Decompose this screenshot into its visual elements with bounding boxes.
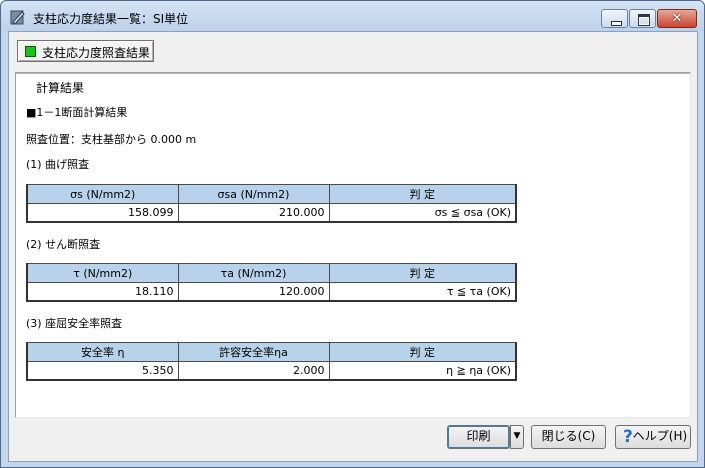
- check-result-button[interactable]: 支柱応力度照査結果: [17, 40, 154, 62]
- table-header: 許容安全率ηa: [177, 342, 330, 362]
- table-header: 判 定: [328, 184, 517, 204]
- table-cell: 210.000: [177, 203, 330, 223]
- buckling-heading: (3) 座屈安全率照査: [26, 317, 123, 330]
- close-window-button[interactable]: ✕: [657, 9, 697, 28]
- result-panel[interactable]: 計算結果 ■1－1断面計算結果 照査位置：支柱基部から 0.000 m (1) …: [15, 72, 691, 418]
- shear-heading: (2) せん断照査: [26, 238, 101, 251]
- table-row: 5.350 2.000 η ≧ ηa (OK): [26, 361, 517, 381]
- help-button[interactable]: ? ヘルプ(H): [615, 425, 691, 449]
- table-cell: 5.350: [26, 361, 179, 381]
- print-button[interactable]: 印刷: [447, 425, 510, 449]
- group-divider: [16, 73, 690, 74]
- table-header: τa (N/mm2): [177, 263, 330, 283]
- table-header-row: 安全率 η 許容安全率ηa 判 定: [26, 342, 517, 362]
- table-header-row: σs (N/mm2) σsa (N/mm2) 判 定: [26, 184, 517, 204]
- help-label: ヘルプ(H): [632, 429, 688, 443]
- group-title: 計算結果: [36, 81, 85, 95]
- table-row: 158.099 210.000 σs ≦ σsa (OK): [26, 203, 517, 223]
- section-title: ■1－1断面計算結果: [26, 106, 128, 119]
- close-icon: ✕: [671, 11, 683, 26]
- table-cell: 120.000: [177, 282, 330, 302]
- table-header: 判 定: [328, 342, 517, 362]
- table-header: 判 定: [328, 263, 517, 283]
- table-cell: 2.000: [177, 361, 330, 381]
- table-cell: 158.099: [26, 203, 179, 223]
- green-square-icon: [25, 46, 36, 57]
- dialog-window: 支柱応力度結果一覧：SI単位 ✕ 支柱応力度照査結果 計算結果 ■1－1断面計算…: [0, 0, 705, 468]
- shear-table: τ (N/mm2) τa (N/mm2) 判 定 18.110 120.000 …: [26, 263, 517, 302]
- print-dropdown-button[interactable]: ▼: [510, 425, 524, 449]
- dialog-client-area: 支柱応力度照査結果 計算結果 ■1－1断面計算結果 照査位置：支柱基部から 0.…: [8, 31, 698, 462]
- bending-heading: (1) 曲げ照査: [26, 158, 90, 171]
- table-cell: τ ≦ τa (OK): [328, 282, 517, 302]
- table-header-row: τ (N/mm2) τa (N/mm2) 判 定: [26, 263, 517, 283]
- table-row: 18.110 120.000 τ ≦ τa (OK): [26, 282, 517, 302]
- close-button[interactable]: 閉じる(C): [531, 425, 606, 449]
- check-position: 照査位置：支柱基部から 0.000 m: [26, 133, 197, 146]
- app-icon: [10, 10, 25, 25]
- buckling-table: 安全率 η 許容安全率ηa 判 定 5.350 2.000 η ≧ ηa (OK…: [26, 342, 517, 381]
- table-header: τ (N/mm2): [26, 263, 179, 283]
- table-cell: 18.110: [26, 282, 179, 302]
- table-header: σsa (N/mm2): [177, 184, 330, 204]
- table-header: σs (N/mm2): [26, 184, 179, 204]
- bending-table: σs (N/mm2) σsa (N/mm2) 判 定 158.099 210.0…: [26, 184, 517, 223]
- maximize-button[interactable]: [629, 9, 656, 28]
- table-header: 安全率 η: [26, 342, 179, 362]
- check-result-label: 支柱応力度照査結果: [42, 46, 151, 60]
- table-cell: σs ≦ σsa (OK): [328, 203, 517, 223]
- title-bar[interactable]: 支柱応力度結果一覧：SI単位 ✕: [1, 1, 704, 31]
- minimize-button[interactable]: [601, 9, 628, 28]
- question-icon: ?: [623, 427, 633, 447]
- table-cell: η ≧ ηa (OK): [328, 361, 517, 381]
- window-title: 支柱応力度結果一覧：SI単位: [33, 12, 189, 26]
